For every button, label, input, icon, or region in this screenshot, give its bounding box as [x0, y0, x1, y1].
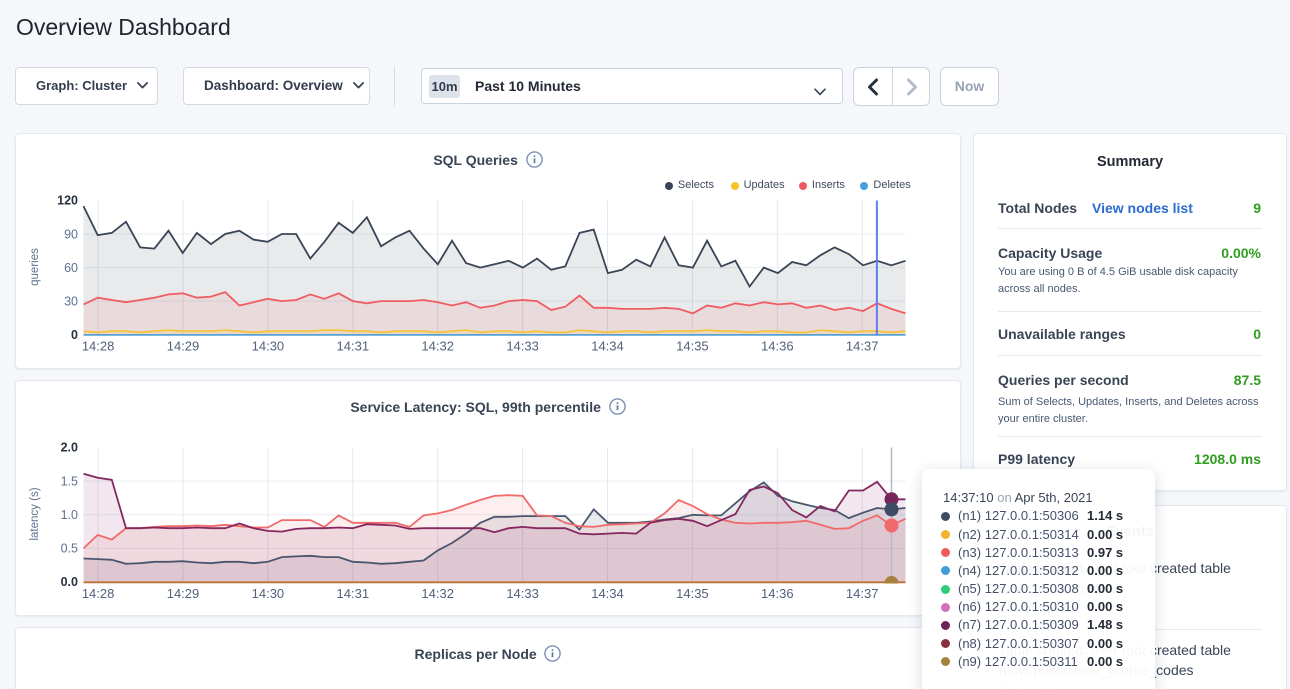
- svg-text:0.5: 0.5: [61, 542, 78, 556]
- svg-text:14:37: 14:37: [846, 586, 879, 601]
- svg-text:2.0: 2.0: [61, 441, 78, 455]
- svg-text:14:30: 14:30: [252, 586, 285, 601]
- svg-text:14:28: 14:28: [82, 586, 115, 601]
- svg-text:14:35: 14:35: [676, 586, 709, 601]
- svg-text:14:36: 14:36: [761, 339, 794, 354]
- svg-text:14:35: 14:35: [676, 339, 709, 354]
- svg-text:0: 0: [71, 328, 78, 342]
- svg-text:60: 60: [64, 261, 78, 275]
- svg-text:0.0: 0.0: [61, 575, 78, 589]
- svg-text:14:31: 14:31: [337, 586, 370, 601]
- svg-text:90: 90: [64, 227, 78, 241]
- svg-text:14:36: 14:36: [761, 586, 794, 601]
- svg-text:14:29: 14:29: [167, 339, 200, 354]
- svg-text:14:28: 14:28: [82, 339, 115, 354]
- svg-text:14:33: 14:33: [506, 339, 539, 354]
- svg-text:14:32: 14:32: [421, 339, 454, 354]
- svg-text:120: 120: [57, 194, 78, 208]
- svg-text:14:33: 14:33: [506, 586, 539, 601]
- svg-text:latency (s): latency (s): [29, 487, 41, 540]
- svg-text:1.0: 1.0: [61, 508, 78, 522]
- svg-text:14:30: 14:30: [252, 339, 285, 354]
- svg-text:14:31: 14:31: [337, 339, 370, 354]
- svg-text:14:37: 14:37: [846, 339, 879, 354]
- svg-text:queries: queries: [29, 248, 41, 286]
- svg-text:30: 30: [64, 294, 78, 308]
- svg-text:14:34: 14:34: [591, 586, 624, 601]
- svg-text:1.5: 1.5: [61, 474, 78, 488]
- svg-text:14:32: 14:32: [421, 586, 454, 601]
- svg-text:14:29: 14:29: [167, 586, 200, 601]
- svg-text:14:34: 14:34: [591, 339, 624, 354]
